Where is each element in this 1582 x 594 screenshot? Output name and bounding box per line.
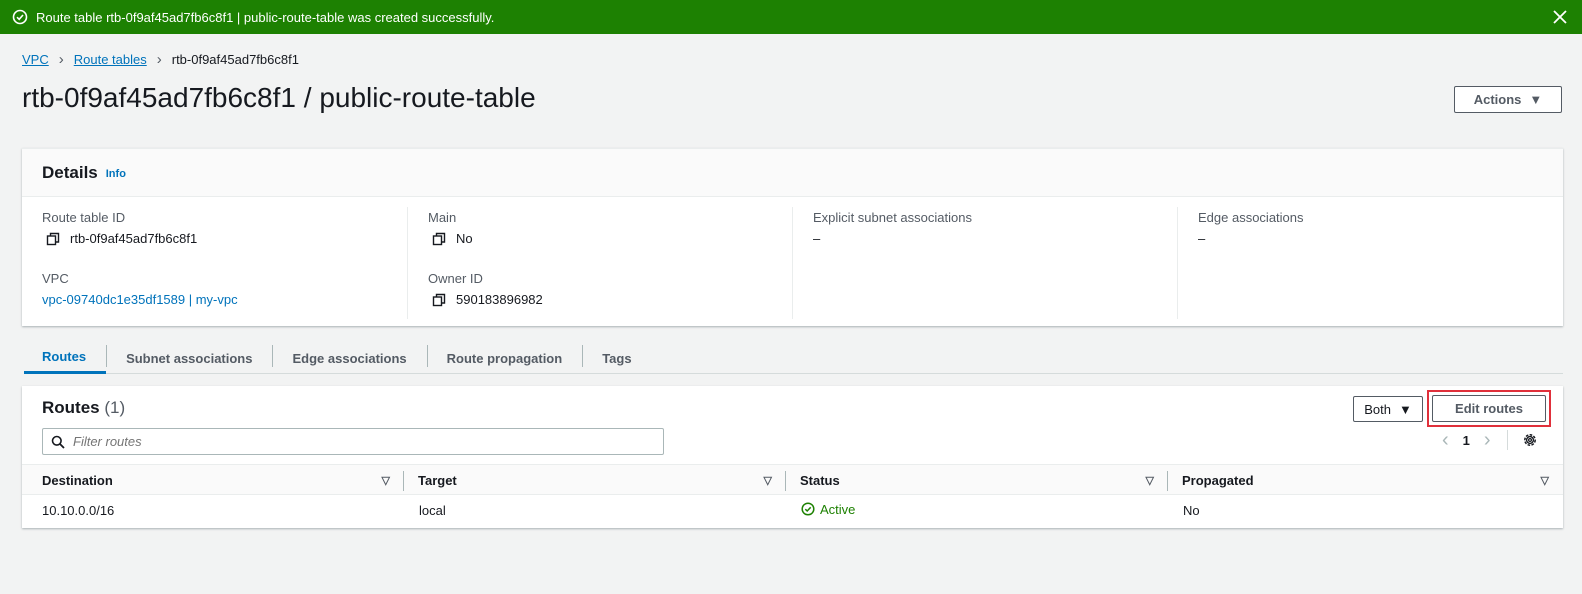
- owner-id-value: 590183896982: [456, 292, 543, 307]
- chevron-right-icon[interactable]: ›: [1484, 430, 1491, 450]
- routes-heading: Routes (1): [42, 398, 125, 418]
- pagination: ‹ 1 ›: [1442, 430, 1538, 450]
- explicit-subnet-associations-value: –: [813, 231, 821, 246]
- copy-icon[interactable]: [432, 293, 446, 307]
- filter-routes-input[interactable]: [73, 434, 633, 449]
- routes-count: (1): [104, 398, 126, 417]
- details-header: Details Info: [22, 149, 1563, 197]
- details-column-4: Edge associations –: [1177, 207, 1562, 319]
- route-table-id-value: rtb-0f9af45ad7fb6c8f1: [70, 231, 198, 246]
- breadcrumb-route-tables-link[interactable]: Route tables: [74, 52, 147, 67]
- caret-down-icon: ▼: [1398, 401, 1412, 417]
- breadcrumb: VPC › Route tables › rtb-0f9af45ad7fb6c8…: [22, 51, 299, 68]
- sort-icon: ▽: [763, 474, 772, 487]
- column-header-status[interactable]: Status ▽: [786, 465, 1168, 495]
- explicit-subnet-associations-label: Explicit subnet associations: [813, 210, 972, 225]
- tab-tags[interactable]: Tags: [582, 342, 651, 374]
- routes-panel: Routes (1) Both ▼ Edit routes ‹ 1 › Dest…: [22, 386, 1563, 528]
- details-column-3: Explicit subnet associations –: [792, 207, 1177, 319]
- actions-button[interactable]: Actions ▼: [1454, 86, 1562, 113]
- success-flash-banner: Route table rtb-0f9af45ad7fb6c8f1 | publ…: [0, 0, 1582, 34]
- chevron-right-icon: ›: [58, 51, 64, 68]
- vpc-link[interactable]: vpc-09740dc1e35df1589 | my-vpc: [42, 292, 238, 307]
- pager-divider: [1506, 430, 1508, 450]
- search-icon: [51, 435, 65, 449]
- cell-target: local: [419, 503, 446, 518]
- tab-edge-associations[interactable]: Edge associations: [272, 342, 426, 374]
- cell-destination: 10.10.0.0/16: [42, 503, 115, 518]
- route-filter-select-value: Both: [1364, 401, 1391, 417]
- chevron-left-icon[interactable]: ‹: [1442, 430, 1449, 450]
- actions-button-label: Actions: [1473, 92, 1522, 107]
- route-filter-select[interactable]: Both ▼: [1353, 396, 1423, 422]
- success-check-icon: [12, 9, 28, 25]
- routes-title: Routes: [42, 398, 100, 417]
- edge-associations-value: –: [1198, 231, 1206, 246]
- column-header-label: Target: [418, 472, 457, 488]
- copy-icon[interactable]: [46, 232, 60, 246]
- column-header-label: Propagated: [1182, 472, 1254, 488]
- tab-route-propagation[interactable]: Route propagation: [426, 342, 583, 374]
- gear-icon[interactable]: [1522, 432, 1538, 448]
- caret-down-icon: ▼: [1529, 92, 1543, 107]
- sort-icon: ▽: [1540, 474, 1549, 487]
- details-column-1: Route table ID rtb-0f9af45ad7fb6c8f1 VPC…: [22, 207, 407, 319]
- breadcrumb-current: rtb-0f9af45ad7fb6c8f1: [171, 52, 299, 67]
- chevron-right-icon: ›: [156, 51, 162, 68]
- flash-message: Route table rtb-0f9af45ad7fb6c8f1 | publ…: [36, 9, 495, 25]
- owner-id-label: Owner ID: [428, 271, 483, 286]
- status-text: Active: [820, 501, 856, 517]
- edge-associations-label: Edge associations: [1198, 210, 1304, 225]
- details-title: Details: [42, 162, 98, 182]
- cell-status: Active: [786, 502, 1168, 520]
- details-column-2: Main No Owner ID 590183896982: [407, 207, 792, 319]
- table-header: Destination ▽ Target ▽ Status ▽ Propagat…: [22, 464, 1563, 495]
- tab-routes[interactable]: Routes: [24, 342, 107, 374]
- cell-propagated: No: [1183, 503, 1200, 518]
- tab-subnet-associations[interactable]: Subnet associations: [106, 342, 272, 374]
- table-row[interactable]: 10.10.0.0/16 local Active No: [22, 495, 1563, 526]
- column-header-target[interactable]: Target ▽: [404, 465, 786, 495]
- route-table-id-label: Route table ID: [42, 210, 126, 225]
- column-header-propagated[interactable]: Propagated ▽: [1168, 465, 1563, 495]
- tab-bar: Routes Subnet associations Edge associat…: [24, 342, 1563, 374]
- edit-routes-button[interactable]: Edit routes: [1432, 395, 1546, 422]
- sort-icon: ▽: [1145, 474, 1154, 487]
- status-active-icon: [801, 502, 815, 516]
- column-header-destination[interactable]: Destination ▽: [22, 465, 404, 495]
- column-header-label: Status: [800, 472, 840, 488]
- page-number[interactable]: 1: [1463, 433, 1470, 448]
- close-icon[interactable]: [1550, 7, 1570, 27]
- vpc-label: VPC: [42, 271, 69, 286]
- page-title: rtb-0f9af45ad7fb6c8f1 / public-route-tab…: [22, 82, 536, 113]
- main-value: No: [456, 231, 473, 246]
- main-label: Main: [428, 210, 457, 225]
- column-header-label: Destination: [42, 472, 113, 488]
- details-panel: Details Info Route table ID rtb-0f9af45a…: [22, 148, 1563, 326]
- sort-icon: ▽: [381, 474, 390, 487]
- info-link[interactable]: Info: [106, 168, 126, 180]
- filter-routes-field[interactable]: [42, 428, 664, 455]
- breadcrumb-vpc-link[interactable]: VPC: [22, 52, 49, 67]
- edit-routes-highlight: Edit routes: [1427, 390, 1551, 427]
- copy-icon[interactable]: [432, 232, 446, 246]
